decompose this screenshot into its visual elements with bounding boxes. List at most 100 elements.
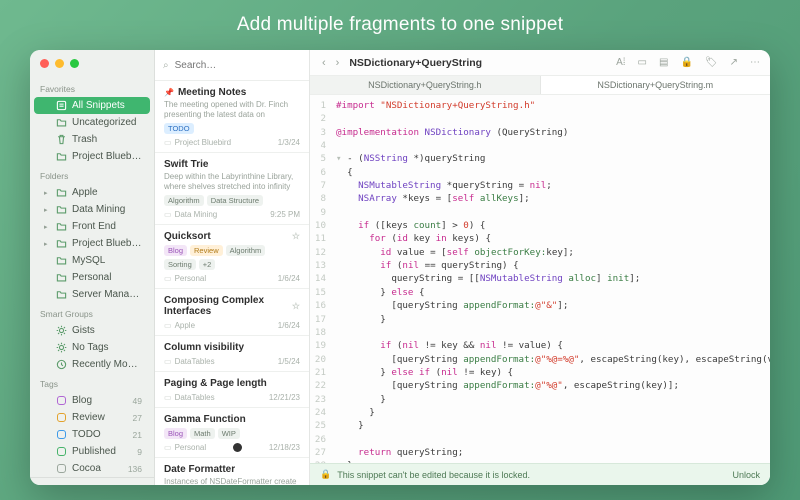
tag-chip[interactable]: TODO [164, 123, 194, 134]
star-icon[interactable]: ☆ [292, 231, 300, 242]
search-input[interactable] [175, 60, 307, 71]
fragment-tab[interactable]: NSDictionary+QueryString.m [541, 76, 771, 94]
sidebar-section-header: Smart Groups [30, 303, 154, 322]
sidebar-item-label: Trash [72, 134, 142, 145]
card-folder: ▭Project Bluebird [164, 138, 231, 147]
tag-chip[interactable]: +2 [199, 259, 216, 270]
tag-button[interactable]: 🏷 [703, 56, 720, 69]
sidebar-item[interactable]: Blog49 [34, 392, 150, 409]
card-preview: The meeting opened with Dr. Finch presen… [164, 100, 300, 120]
sidebar-item-label: Project Bluebird [72, 238, 142, 249]
minimize-icon[interactable] [55, 59, 64, 68]
add-button[interactable]: + [38, 482, 46, 485]
folder-icon: ▭ [164, 321, 172, 330]
snippet-card[interactable]: Paging & Page length▭DataTables12/21/23 [155, 372, 309, 408]
back-icon[interactable]: ‹ [318, 55, 330, 71]
card-title: Column visibility [164, 342, 244, 353]
sidebar-item[interactable]: Server Management [34, 286, 150, 303]
github-icon [233, 443, 242, 452]
snippet-card[interactable]: Date FormatterInstances of NSDateFormatt… [155, 458, 309, 485]
snippet-card[interactable]: Column visibility▭DataTables1/5/24 [155, 336, 309, 372]
sidebar-item[interactable]: ▸Front End [34, 218, 150, 235]
zoom-icon[interactable] [70, 59, 79, 68]
sidebar-filter-input[interactable] [63, 485, 133, 486]
card-folder: ▭Personal [164, 274, 206, 283]
sidebar-item[interactable]: Review27 [34, 409, 150, 426]
tag-chip[interactable]: Blog [164, 428, 187, 439]
star-icon[interactable]: ☆ [292, 301, 300, 312]
tag-icon [56, 429, 67, 440]
tag-chip[interactable]: Algorithm [164, 195, 204, 206]
chevron-right-icon: ▸ [44, 189, 51, 197]
tag-icon [56, 463, 67, 474]
folder-icon [56, 238, 67, 249]
card-date: 1/3/24 [278, 138, 300, 147]
folder-icon [56, 255, 67, 266]
panels-button[interactable]: ▤ [657, 56, 670, 69]
sidebar-item-label: Data Mining [72, 204, 142, 215]
sidebar-item[interactable]: Project Bluebird [34, 148, 150, 165]
close-icon[interactable] [40, 59, 49, 68]
sidebar-item[interactable]: Trash [34, 131, 150, 148]
tag-chip[interactable]: Data Structure [207, 195, 263, 206]
snippet-card[interactable]: 📌Meeting NotesThe meeting opened with Dr… [155, 81, 309, 153]
layout-button[interactable]: ▭ [636, 56, 649, 69]
sidebar-item[interactable]: Published9 [34, 443, 150, 460]
tag-chip[interactable]: Blog [164, 245, 187, 256]
sidebar-item-count: 27 [133, 413, 142, 423]
gutter: 1 2 3 4 5 6 7 8 9 10 11 12 13 14 15 16 1… [310, 95, 330, 463]
tag-chip[interactable]: Algorithm [226, 245, 266, 256]
forward-icon[interactable]: › [332, 55, 344, 71]
sidebar-item[interactable]: ▸Project Bluebird [34, 235, 150, 252]
code-editor: 1 2 3 4 5 6 7 8 9 10 11 12 13 14 15 16 1… [310, 95, 770, 463]
search-icon: ⌕ [163, 60, 169, 71]
snippet-list[interactable]: 📌Meeting NotesThe meeting opened with Dr… [155, 81, 309, 485]
more-button[interactable]: ⋯ [748, 56, 762, 69]
sidebar-item[interactable]: TODO21 [34, 426, 150, 443]
card-folder: ▭Data Mining [164, 210, 217, 219]
sidebar-item[interactable]: Recently Modified [34, 356, 150, 373]
sidebar-item-label: Server Management [72, 289, 142, 300]
chevron-right-icon: ▸ [44, 223, 51, 231]
folder-icon [56, 151, 67, 162]
lock-message: This snippet can't be edited because it … [337, 470, 530, 480]
sidebar-item-label: Apple [72, 187, 142, 198]
editor-pane: ‹› NSDictionary+QueryString A⁞▭▤🔒🏷↗⋯ NSD… [310, 50, 770, 485]
lock-button[interactable]: 🔒 [678, 56, 694, 69]
tag-icon [56, 446, 67, 457]
card-title: Meeting Notes [178, 87, 246, 98]
nav-arrows[interactable]: ‹› [318, 55, 343, 71]
unlock-button[interactable]: Unlock [732, 470, 760, 480]
sidebar-item[interactable]: All Snippets [34, 97, 150, 114]
window-controls[interactable] [40, 59, 79, 68]
card-folder: ▭Personal [164, 443, 206, 452]
chevron-right-icon: ▸ [44, 206, 51, 214]
sidebar-item[interactable]: ▸ Data Mining [34, 201, 150, 218]
tag-chip[interactable]: Review [190, 245, 223, 256]
share-button[interactable]: ↗ [728, 56, 740, 69]
sidebar-item[interactable]: Gists [34, 322, 150, 339]
snippet-card[interactable]: Gamma FunctionBlogMathWIP▭Personal12/18/… [155, 408, 309, 458]
font-button[interactable]: A⁞ [614, 56, 627, 69]
sidebar-item-label: Personal [72, 272, 142, 283]
sidebar-item[interactable]: No Tags [34, 339, 150, 356]
folder-icon: ▭ [164, 274, 172, 283]
tag-chip[interactable]: WIP [218, 428, 240, 439]
tag-chip[interactable]: Sorting [164, 259, 196, 270]
card-title: Date Formatter [164, 464, 235, 475]
sidebar-item[interactable]: Cocoa136 [34, 460, 150, 477]
sidebar-item[interactable]: ▸ Apple [34, 184, 150, 201]
sidebar-section-header: Tags [30, 373, 154, 392]
fragment-tab[interactable]: NSDictionary+QueryString.h [310, 76, 541, 94]
filter-icon: ◐ [52, 485, 57, 486]
tag-chip[interactable]: Math [190, 428, 215, 439]
snippet-card[interactable]: Quicksort☆BlogReviewAlgorithmSorting+2▭P… [155, 225, 309, 289]
sidebar-item[interactable]: Personal [34, 269, 150, 286]
sidebar-item[interactable]: Uncategorized [34, 114, 150, 131]
snippet-card[interactable]: Swift TrieDeep within the Labyrinthine L… [155, 153, 309, 225]
card-date: 9:25 PM [270, 210, 300, 219]
folder-icon [56, 272, 67, 283]
card-preview: Deep within the Labyrinthine Library, wh… [164, 172, 300, 192]
sidebar-item[interactable]: MySQL [34, 252, 150, 269]
snippet-card[interactable]: Composing Complex Interfaces☆▭Apple1/6/2… [155, 289, 309, 336]
